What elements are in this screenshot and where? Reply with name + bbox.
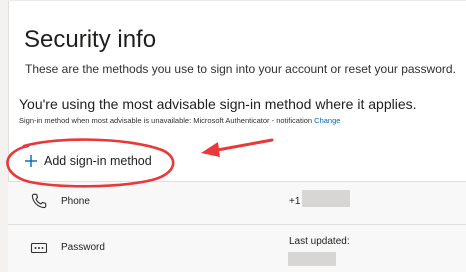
password-icon [30,242,48,254]
add-sign-in-method-button[interactable]: Add sign-in method [24,150,152,172]
plus-icon [25,155,37,167]
page-subtitle: These are the methods you use to sign in… [25,62,456,76]
methods-top-divider [8,181,466,182]
methods-row-divider [8,224,466,225]
change-default-link[interactable]: Change [314,116,340,125]
add-sign-in-method-label: Add sign-in method [44,154,152,168]
default-method-text: Sign-in method when most advisable is un… [19,116,313,125]
password-last-updated-label: Last updated: [289,236,350,247]
advisable-message: You're using the most advisable sign-in … [19,96,417,112]
top-divider [8,0,466,1]
phone-number-value: +1 [289,196,301,207]
phone-method-label: Phone [61,196,90,207]
page-title: Security info [24,26,157,53]
phone-number-redacted [302,190,350,207]
default-method-line: Sign-in method when most advisable is un… [19,116,340,125]
phone-icon [31,193,47,209]
password-method-label: Password [61,242,105,253]
methods-list [8,181,466,272]
password-last-updated-redacted [288,252,336,266]
